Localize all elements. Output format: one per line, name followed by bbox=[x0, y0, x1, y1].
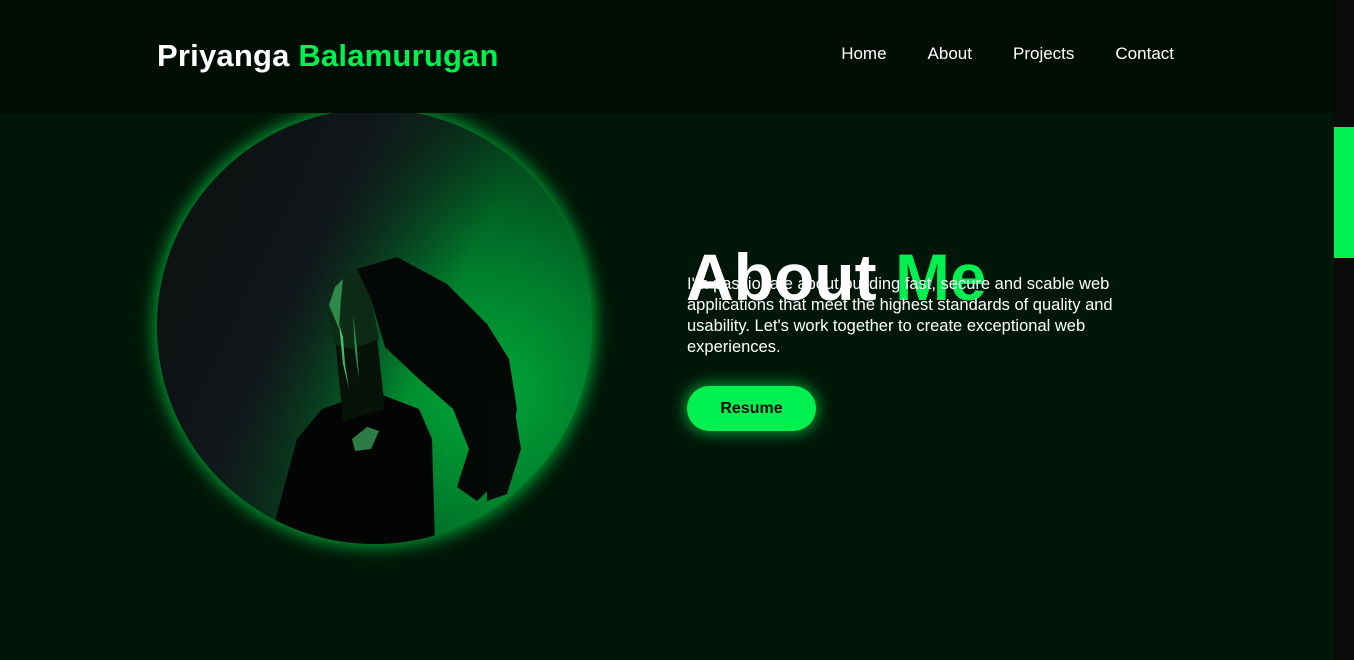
site-header: Priyanga Balamurugan Home About Projects… bbox=[0, 0, 1334, 113]
site-logo[interactable]: Priyanga Balamurugan bbox=[157, 38, 499, 74]
scrollbar-thumb[interactable] bbox=[1334, 127, 1354, 258]
profile-silhouette-icon bbox=[269, 257, 521, 544]
page: Priyanga Balamurugan Home About Projects… bbox=[0, 0, 1334, 660]
main-nav: Home About Projects Contact bbox=[841, 44, 1174, 64]
profile-photo bbox=[157, 109, 592, 544]
about-description: I'm passionate about building fast, secu… bbox=[687, 275, 1113, 356]
resume-button[interactable]: Resume bbox=[687, 386, 816, 431]
nav-item-home[interactable]: Home bbox=[841, 44, 886, 64]
brand-last-name: Balamurugan bbox=[298, 38, 499, 73]
brand-first-name: Priyanga bbox=[157, 38, 290, 73]
nav-item-about[interactable]: About bbox=[928, 44, 972, 64]
nav-item-contact[interactable]: Contact bbox=[1115, 44, 1174, 64]
nav-item-projects[interactable]: Projects bbox=[1013, 44, 1074, 64]
